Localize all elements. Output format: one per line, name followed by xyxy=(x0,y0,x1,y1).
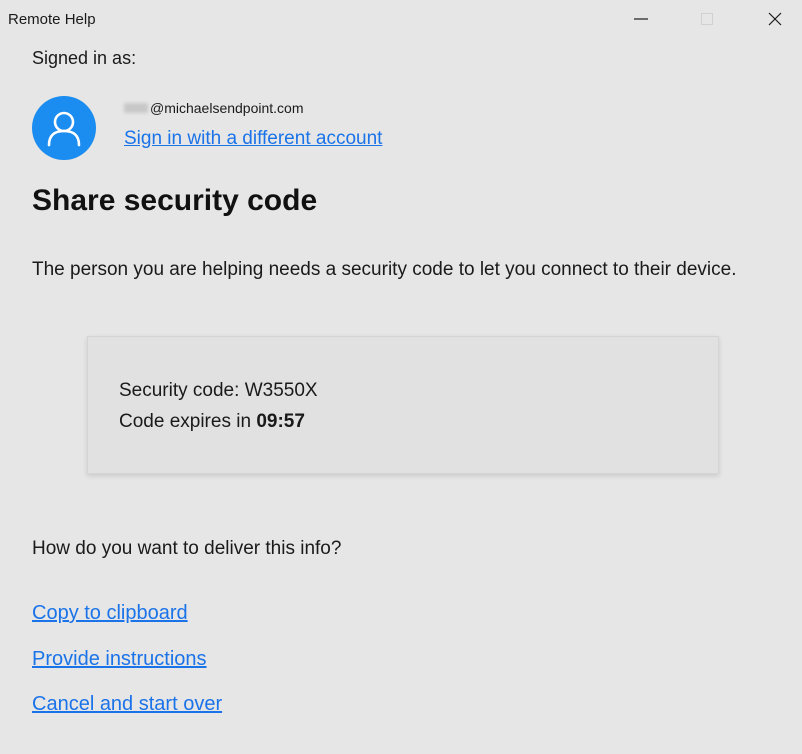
minimize-button[interactable] xyxy=(618,0,664,38)
code-expiry-line: Code expires in 09:57 xyxy=(119,411,305,433)
security-code-card: Security code: W3550X Code expires in 09… xyxy=(87,336,719,474)
code-expiry-timer: 09:57 xyxy=(256,411,305,432)
account-email: @michaelsendpoint.com xyxy=(124,100,304,116)
redacted-username xyxy=(124,103,148,113)
close-icon xyxy=(768,12,782,26)
close-button[interactable] xyxy=(752,0,798,38)
cancel-and-start-over-link[interactable]: Cancel and start over xyxy=(32,693,222,716)
person-icon xyxy=(47,111,81,147)
maximize-button xyxy=(684,0,730,38)
window-title: Remote Help xyxy=(8,11,96,28)
maximize-icon xyxy=(701,13,713,25)
sign-in-different-account-link[interactable]: Sign in with a different account xyxy=(124,128,382,150)
title-bar[interactable]: Remote Help xyxy=(0,0,802,40)
security-code-line: Security code: W3550X xyxy=(119,380,318,402)
delivery-question: How do you want to deliver this info? xyxy=(32,538,342,559)
page-title: Share security code xyxy=(32,184,318,217)
avatar xyxy=(32,96,96,160)
email-domain: @michaelsendpoint.com xyxy=(150,100,304,116)
security-code-value: W3550X xyxy=(244,380,318,401)
code-expiry-label: Code expires in xyxy=(119,411,252,432)
signed-in-label: Signed in as: xyxy=(32,48,137,68)
copy-to-clipboard-link[interactable]: Copy to clipboard xyxy=(32,602,188,625)
minimize-icon xyxy=(634,18,648,20)
security-code-label: Security code: xyxy=(119,380,240,401)
instructions-text: The person you are helping needs a secur… xyxy=(32,259,737,280)
remote-help-window: Remote Help Signed in as: @michaelsendpo… xyxy=(0,0,802,754)
provide-instructions-link[interactable]: Provide instructions xyxy=(32,648,207,671)
